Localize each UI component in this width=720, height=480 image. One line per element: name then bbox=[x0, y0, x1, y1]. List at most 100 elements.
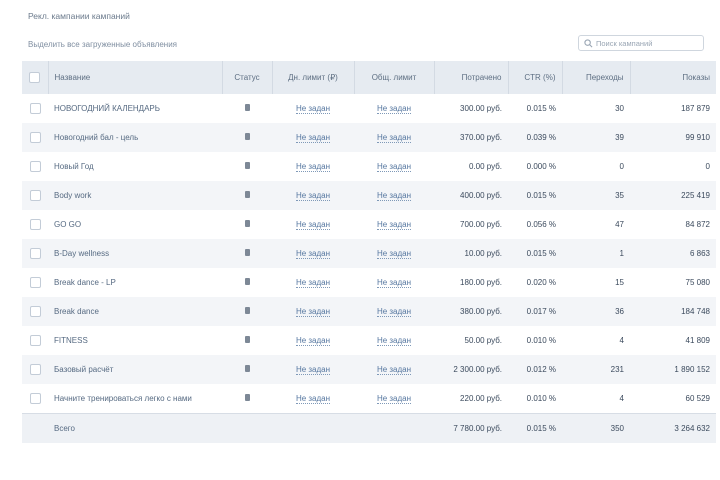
total-limit-cell[interactable]: Не задан bbox=[354, 326, 434, 355]
table-row[interactable]: B-Day wellness Не задан Не задан 10.00 руб.… bbox=[22, 239, 716, 268]
daily-limit-link[interactable]: Не задан bbox=[295, 278, 331, 288]
daily-limit-cell[interactable]: Не задан bbox=[272, 94, 354, 123]
total-limit-link[interactable]: Не задан bbox=[376, 133, 412, 143]
campaign-name[interactable]: FITNESS bbox=[48, 326, 222, 355]
pause-icon[interactable] bbox=[244, 191, 250, 198]
column-header-ctr[interactable]: CTR (%) bbox=[508, 61, 563, 94]
checkbox[interactable] bbox=[29, 335, 41, 346]
pause-icon[interactable] bbox=[244, 393, 250, 401]
daily-limit-link[interactable]: Не задан bbox=[295, 307, 331, 317]
campaign-name[interactable]: Начните тренироваться легко с нами bbox=[48, 384, 222, 413]
status-cell[interactable] bbox=[222, 123, 272, 152]
checkbox[interactable] bbox=[29, 190, 41, 201]
daily-limit-cell[interactable]: Не задан bbox=[272, 181, 354, 210]
checkbox[interactable] bbox=[29, 72, 41, 83]
campaign-name[interactable]: GO GO bbox=[48, 210, 222, 239]
table-row[interactable]: Новый Год Не задан Не задан 0.00 руб. 0.000 … bbox=[22, 152, 716, 181]
row-checkbox-cell[interactable] bbox=[22, 123, 48, 152]
total-limit-cell[interactable]: Не задан bbox=[354, 384, 434, 413]
daily-limit-cell[interactable]: Не задан bbox=[272, 123, 354, 152]
table-row[interactable]: Break dance Не задан Не задан 380.00 руб. 0.… bbox=[22, 297, 716, 326]
column-header-name[interactable]: Название bbox=[48, 61, 223, 94]
total-limit-cell[interactable]: Не задан bbox=[354, 152, 434, 181]
column-header-views[interactable]: Показы bbox=[630, 61, 716, 94]
row-checkbox-cell[interactable] bbox=[22, 152, 48, 181]
checkbox[interactable] bbox=[29, 219, 41, 230]
status-cell[interactable] bbox=[222, 210, 272, 239]
total-limit-cell[interactable]: Не задан bbox=[354, 181, 434, 210]
status-cell[interactable] bbox=[222, 268, 272, 297]
total-limit-link[interactable]: Не задан bbox=[376, 278, 412, 288]
status-cell[interactable] bbox=[222, 239, 272, 268]
column-header-total-limit[interactable]: Общ. лимит bbox=[354, 61, 435, 94]
column-header-daily-limit[interactable]: Дн. лимит (₽) bbox=[272, 61, 355, 94]
total-limit-link[interactable]: Не задан bbox=[376, 162, 412, 172]
checkbox[interactable] bbox=[29, 161, 41, 172]
select-all-checkbox-cell[interactable] bbox=[22, 61, 49, 94]
checkbox[interactable] bbox=[29, 306, 41, 317]
daily-limit-cell[interactable]: Не задан bbox=[272, 210, 354, 239]
total-limit-cell[interactable]: Не задан bbox=[354, 239, 434, 268]
pause-icon[interactable] bbox=[244, 307, 250, 314]
pause-icon[interactable] bbox=[244, 278, 250, 285]
total-limit-link[interactable]: Не задан bbox=[376, 220, 412, 230]
table-row[interactable]: FITNESS Не задан Не задан 50.00 руб. 0.010 %… bbox=[22, 326, 716, 355]
total-limit-link[interactable]: Не задан bbox=[376, 104, 412, 114]
total-limit-link[interactable]: Не задан bbox=[376, 307, 412, 317]
daily-limit-link[interactable]: Не задан bbox=[295, 133, 331, 143]
column-header-spent[interactable]: Потрачено bbox=[434, 61, 509, 94]
daily-limit-link[interactable]: Не задан bbox=[295, 393, 331, 404]
daily-limit-cell[interactable]: Не задан bbox=[272, 239, 354, 268]
daily-limit-cell[interactable]: Не задан bbox=[272, 297, 354, 326]
table-row[interactable]: Body work Не задан Не задан 400.00 руб. 0.01… bbox=[22, 181, 716, 210]
total-limit-link[interactable]: Не задан bbox=[376, 336, 412, 346]
daily-limit-link[interactable]: Не задан bbox=[295, 336, 331, 346]
daily-limit-cell[interactable]: Не задан bbox=[272, 152, 354, 181]
pause-icon[interactable] bbox=[244, 133, 250, 140]
table-row[interactable]: Базовый расчёт Не задан Не задан 2 300.00 р… bbox=[22, 355, 716, 384]
row-checkbox-cell[interactable] bbox=[22, 181, 48, 210]
campaign-name[interactable]: Новый Год bbox=[48, 152, 222, 181]
total-limit-cell[interactable]: Не задан bbox=[354, 94, 434, 123]
status-cell[interactable] bbox=[222, 384, 272, 413]
total-limit-cell[interactable]: Не задан bbox=[354, 268, 434, 297]
campaign-name[interactable]: НОВОГОДНИЙ КАЛЕНДАРЬ bbox=[48, 94, 222, 123]
row-checkbox-cell[interactable] bbox=[22, 239, 48, 268]
total-limit-cell[interactable]: Не задан bbox=[354, 210, 434, 239]
row-checkbox-cell[interactable] bbox=[22, 94, 48, 123]
daily-limit-cell[interactable]: Не задан bbox=[272, 326, 354, 355]
daily-limit-cell[interactable]: Не задан bbox=[272, 355, 354, 384]
campaign-name[interactable]: Body work bbox=[48, 181, 222, 210]
pause-icon[interactable] bbox=[244, 365, 250, 372]
daily-limit-cell[interactable]: Не задан bbox=[272, 268, 354, 297]
total-limit-link[interactable]: Не задан bbox=[376, 191, 412, 201]
checkbox[interactable] bbox=[29, 248, 41, 259]
column-header-status[interactable]: Статус bbox=[222, 61, 273, 94]
pause-icon[interactable] bbox=[244, 336, 250, 343]
status-cell[interactable] bbox=[222, 355, 272, 384]
total-limit-cell[interactable]: Не задан bbox=[354, 123, 434, 152]
checkbox[interactable] bbox=[29, 132, 41, 143]
campaign-name[interactable]: Новогодний бал - цель bbox=[48, 123, 222, 152]
total-limit-cell[interactable]: Не задан bbox=[354, 355, 434, 384]
daily-limit-link[interactable]: Не задан bbox=[295, 162, 331, 172]
status-cell[interactable] bbox=[222, 181, 272, 210]
total-limit-cell[interactable]: Не задан bbox=[354, 297, 434, 326]
campaign-name[interactable]: Break dance - LP bbox=[48, 268, 222, 297]
row-checkbox-cell[interactable] bbox=[22, 297, 48, 326]
status-cell[interactable] bbox=[222, 326, 272, 355]
campaign-name[interactable]: Базовый расчёт bbox=[48, 355, 222, 384]
row-checkbox-cell[interactable] bbox=[22, 355, 48, 384]
pause-icon[interactable] bbox=[244, 162, 250, 169]
table-row[interactable]: Новогодний бал - цель Не задан Не задан 370… bbox=[22, 123, 716, 152]
campaign-name[interactable]: B-Day wellness bbox=[48, 239, 222, 268]
daily-limit-cell[interactable]: Не задан bbox=[272, 384, 354, 413]
table-row[interactable]: Начните тренироваться легко с нами Не зад… bbox=[22, 384, 716, 413]
total-limit-link[interactable]: Не задан bbox=[376, 393, 412, 404]
campaign-name[interactable]: Break dance bbox=[48, 297, 222, 326]
daily-limit-link[interactable]: Не задан bbox=[295, 249, 331, 259]
daily-limit-link[interactable]: Не задан bbox=[295, 365, 331, 375]
checkbox[interactable] bbox=[29, 103, 41, 114]
column-header-clicks[interactable]: Переходы bbox=[562, 61, 631, 94]
table-row[interactable]: НОВОГОДНИЙ КАЛЕНДАРЬ Не задан Не задан 300.… bbox=[22, 94, 716, 123]
